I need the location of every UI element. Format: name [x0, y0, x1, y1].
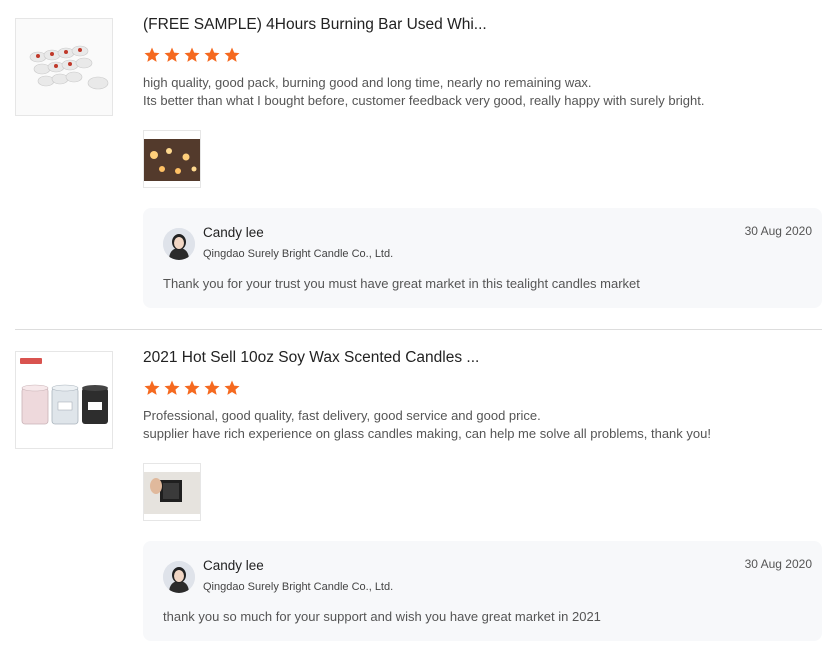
product-thumbnail[interactable]	[15, 18, 113, 116]
reply-company: Qingdao Surely Bright Candle Co., Ltd.	[203, 248, 394, 260]
supplier-reply: Candy lee Qingdao Surely Bright Candle C…	[143, 208, 822, 308]
review-text-line: Professional, good quality, fast deliver…	[143, 408, 541, 423]
review-text-line: Its better than what I bought before, cu…	[143, 93, 705, 108]
star-icon	[204, 380, 220, 395]
review-item: 2021 Hot Sell 10oz Soy Wax Scented Candl…	[0, 333, 822, 653]
star-icon	[164, 47, 180, 62]
product-title[interactable]: (FREE SAMPLE) 4Hours Burning Bar Used Wh…	[143, 16, 487, 34]
rating-stars	[143, 46, 241, 64]
review-item: (FREE SAMPLE) 4Hours Burning Bar Used Wh…	[0, 0, 822, 320]
divider	[15, 329, 822, 330]
star-icon	[184, 47, 200, 62]
star-icon	[144, 380, 160, 395]
star-icon	[184, 380, 200, 395]
supplier-reply: Candy lee Qingdao Surely Bright Candle C…	[143, 541, 822, 641]
star-icon	[164, 380, 180, 395]
star-icon	[224, 380, 240, 395]
review-text: Professional, good quality, fast deliver…	[143, 407, 813, 443]
product-title[interactable]: 2021 Hot Sell 10oz Soy Wax Scented Candl…	[143, 349, 479, 367]
review-text: high quality, good pack, burning good an…	[143, 74, 813, 110]
star-icon	[144, 47, 160, 62]
reply-date: 30 Aug 2020	[744, 224, 812, 238]
review-photo[interactable]	[143, 130, 201, 188]
star-icon	[224, 47, 240, 62]
reply-company: Qingdao Surely Bright Candle Co., Ltd.	[203, 581, 394, 593]
review-text-line: high quality, good pack, burning good an…	[143, 75, 592, 90]
avatar	[163, 228, 195, 260]
review-photo[interactable]	[143, 463, 201, 521]
review-text-line: supplier have rich experience on glass c…	[143, 426, 711, 441]
rating-stars	[143, 379, 241, 397]
reply-text: Thank you for your trust you must have g…	[163, 276, 640, 291]
star-icon	[204, 47, 220, 62]
reply-date: 30 Aug 2020	[744, 557, 812, 571]
reply-text: thank you so much for your support and w…	[163, 609, 601, 624]
product-thumbnail[interactable]	[15, 351, 113, 449]
avatar	[163, 561, 195, 593]
reply-author-name: Candy lee	[203, 558, 264, 573]
reply-author-name: Candy lee	[203, 225, 264, 240]
